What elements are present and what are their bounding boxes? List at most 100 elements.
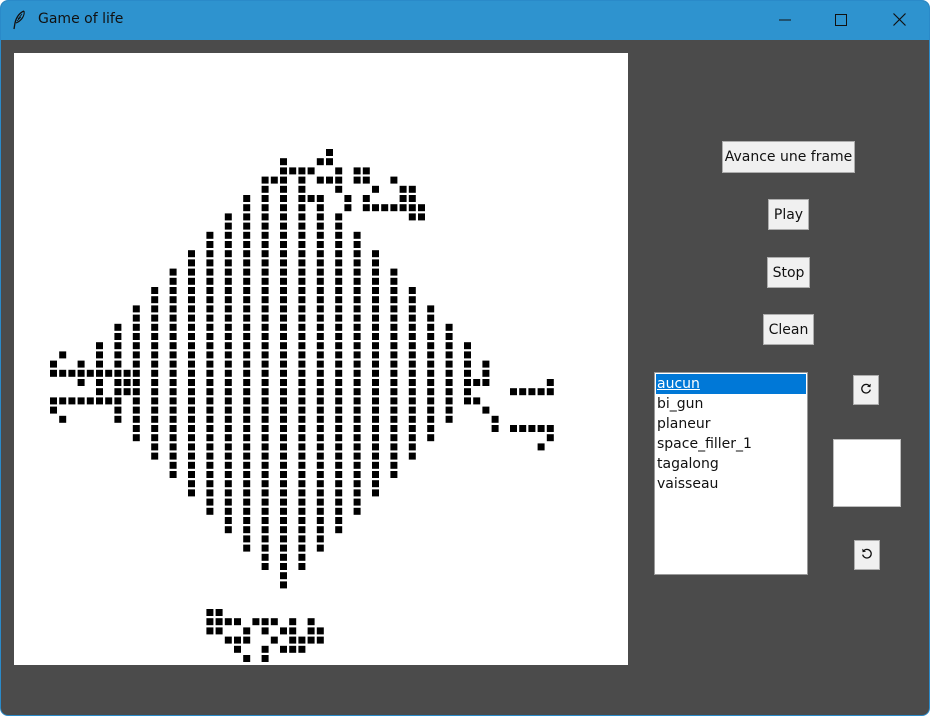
live-cell xyxy=(335,507,343,515)
live-cell xyxy=(427,360,435,368)
live-cell xyxy=(335,360,343,368)
maximize-button[interactable] xyxy=(813,1,869,40)
live-cell xyxy=(105,397,113,405)
live-cell xyxy=(445,333,453,340)
clean-button[interactable]: Clean xyxy=(763,314,814,345)
live-cell xyxy=(316,489,324,497)
live-cell xyxy=(188,425,195,432)
live-cell xyxy=(261,259,269,267)
live-cell xyxy=(280,158,287,166)
pattern-item-space-filler-1[interactable]: space_filler_1 xyxy=(656,434,806,454)
live-cell xyxy=(151,296,159,304)
live-cell xyxy=(224,314,232,322)
live-cell xyxy=(224,241,232,248)
live-cell xyxy=(372,388,379,396)
pattern-item-tagalong[interactable]: tagalong xyxy=(656,454,806,474)
live-cell xyxy=(224,397,232,405)
live-cell xyxy=(510,425,517,432)
live-cell xyxy=(372,489,379,497)
live-cell xyxy=(316,305,324,313)
live-cell xyxy=(289,167,297,175)
live-cell xyxy=(206,498,214,506)
live-cell xyxy=(261,526,269,534)
live-cell xyxy=(132,379,140,386)
live-cell xyxy=(261,241,269,248)
live-cell xyxy=(427,425,435,432)
live-cell xyxy=(335,415,343,423)
live-cell xyxy=(280,498,287,506)
play-button[interactable]: Play xyxy=(768,199,809,230)
close-button[interactable] xyxy=(871,1,927,40)
live-cell xyxy=(298,526,306,534)
life-grid-canvas[interactable] xyxy=(14,53,628,665)
live-cell xyxy=(316,195,324,202)
live-cell xyxy=(390,434,398,442)
live-cell xyxy=(261,287,269,294)
live-cell xyxy=(353,388,361,396)
live-cell xyxy=(169,351,177,359)
live-cell xyxy=(298,397,306,405)
live-cell xyxy=(280,415,287,423)
live-cell xyxy=(206,452,214,460)
live-cell xyxy=(316,406,324,414)
pattern-item-planeur[interactable]: planeur xyxy=(656,414,806,434)
live-cell xyxy=(224,425,232,432)
live-cell xyxy=(215,618,223,626)
live-cell xyxy=(77,369,85,377)
live-cell xyxy=(114,351,122,359)
live-cell xyxy=(132,333,140,340)
rotate-right-button[interactable] xyxy=(854,540,880,570)
live-cell xyxy=(353,507,361,515)
live-cell xyxy=(261,176,269,184)
live-cell xyxy=(169,268,177,276)
live-cell xyxy=(123,379,131,386)
pattern-item-bi-gun[interactable]: bi_gun xyxy=(656,394,806,414)
live-cell xyxy=(298,452,306,460)
live-cell xyxy=(86,369,94,377)
live-cell xyxy=(151,443,159,451)
live-cell xyxy=(132,323,140,331)
stop-button[interactable]: Stop xyxy=(767,257,810,288)
live-cell xyxy=(335,498,343,506)
live-cell xyxy=(224,369,232,377)
live-cell xyxy=(68,397,76,405)
live-cell xyxy=(77,360,85,368)
live-cell xyxy=(261,250,269,258)
pattern-item-aucun[interactable]: aucun xyxy=(656,374,806,394)
live-cell xyxy=(280,259,287,267)
live-cell xyxy=(353,231,361,239)
live-cell xyxy=(114,397,122,405)
live-cell xyxy=(243,241,251,248)
live-cell xyxy=(261,277,269,285)
live-cell xyxy=(224,636,232,644)
live-cell xyxy=(280,277,287,285)
live-cell xyxy=(234,618,241,626)
pattern-listbox[interactable]: aucun bi_gun planeur space_filler_1 taga… xyxy=(654,372,808,575)
pattern-item-vaisseau[interactable]: vaisseau xyxy=(656,474,806,494)
live-cell xyxy=(188,369,195,377)
live-cell xyxy=(261,204,269,212)
live-cell xyxy=(408,351,416,359)
title-bar[interactable]: Game of life xyxy=(1,1,929,40)
live-cell xyxy=(390,351,398,359)
live-cell xyxy=(280,572,287,580)
live-cell xyxy=(224,305,232,313)
live-cell xyxy=(169,397,177,405)
step-frame-button[interactable]: Avance une frame xyxy=(722,141,855,173)
rotate-left-button[interactable] xyxy=(853,375,879,405)
live-cell xyxy=(408,185,416,193)
live-cell xyxy=(169,277,177,285)
live-cell xyxy=(353,296,361,304)
live-cell xyxy=(169,323,177,331)
live-cell xyxy=(298,443,306,451)
minimize-button[interactable] xyxy=(757,1,813,40)
live-cell xyxy=(372,287,379,294)
live-cell xyxy=(261,443,269,451)
live-cell xyxy=(280,480,287,488)
live-cell xyxy=(59,369,67,377)
window-title: Game of life xyxy=(38,11,124,27)
live-cell xyxy=(298,314,306,322)
live-cell xyxy=(427,415,435,423)
live-cell xyxy=(482,360,490,368)
live-cell xyxy=(50,369,57,377)
